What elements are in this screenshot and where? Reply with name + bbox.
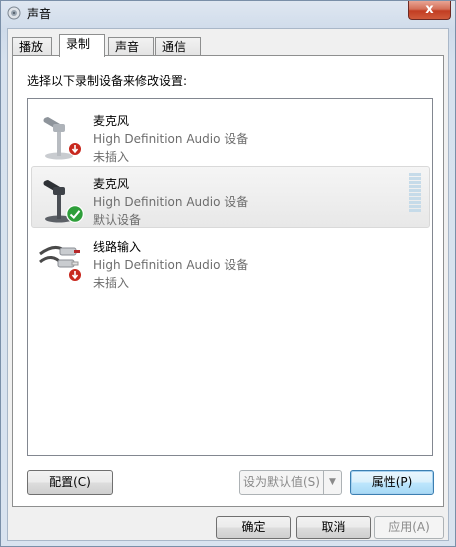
sound-dialog-window: 声音 x 播放 录制 声音 通信 选择以下录制设备来修改设置: 麦克风 High… [0, 0, 456, 547]
unplugged-badge-icon [68, 268, 82, 282]
properties-button[interactable]: 属性(P) [350, 470, 434, 495]
cancel-button[interactable]: 取消 [296, 516, 371, 539]
recording-panel: 选择以下录制设备来修改设置: 麦克风 High Definition Audio… [12, 55, 444, 507]
close-button[interactable]: x [408, 1, 451, 20]
device-status: 未插入 [93, 276, 130, 290]
tab-communications[interactable]: 通信 [155, 37, 201, 56]
device-item-microphone-unplugged[interactable]: 麦克风 High Definition Audio 设备 未插入 [31, 103, 430, 165]
device-item-line-in[interactable]: 线路输入 High Definition Audio 设备 未插入 [31, 229, 430, 291]
recording-device-list[interactable]: 麦克风 High Definition Audio 设备 未插入 麦克风 Hig… [27, 98, 433, 456]
tab-recording[interactable]: 录制 [59, 34, 105, 57]
chevron-down-icon[interactable]: ▼ [323, 471, 341, 494]
set-default-label: 设为默认值(S) [243, 475, 320, 489]
title-bar[interactable]: 声音 x [1, 1, 455, 27]
speaker-icon [7, 6, 21, 20]
device-item-microphone-default[interactable]: 麦克风 High Definition Audio 设备 默认设备 [31, 166, 430, 228]
close-icon: x [425, 2, 434, 17]
tab-playback[interactable]: 播放 [12, 37, 52, 56]
apply-button[interactable]: 应用(A) [374, 516, 444, 539]
device-description: High Definition Audio 设备 [93, 132, 249, 146]
device-description: High Definition Audio 设备 [93, 258, 249, 272]
configure-button[interactable]: 配置(C) [27, 470, 113, 495]
default-check-badge-icon [66, 205, 84, 223]
device-name: 线路输入 [93, 240, 142, 254]
ok-button[interactable]: 确定 [216, 516, 291, 539]
device-status: 未插入 [93, 150, 130, 164]
unplugged-badge-icon [68, 142, 82, 156]
tab-sounds[interactable]: 声音 [108, 37, 154, 56]
set-default-button[interactable]: 设为默认值(S) ▼ [239, 470, 342, 495]
device-name: 麦克风 [93, 114, 130, 128]
input-level-meter [409, 173, 423, 213]
device-status: 默认设备 [93, 213, 142, 227]
device-description: High Definition Audio 设备 [93, 195, 249, 209]
dialog-body: 播放 录制 声音 通信 选择以下录制设备来修改设置: 麦克风 High Defi… [7, 28, 449, 541]
device-name: 麦克风 [93, 177, 130, 191]
instruction-text: 选择以下录制设备来修改设置: [27, 74, 188, 88]
window-title: 声音 [27, 7, 52, 21]
